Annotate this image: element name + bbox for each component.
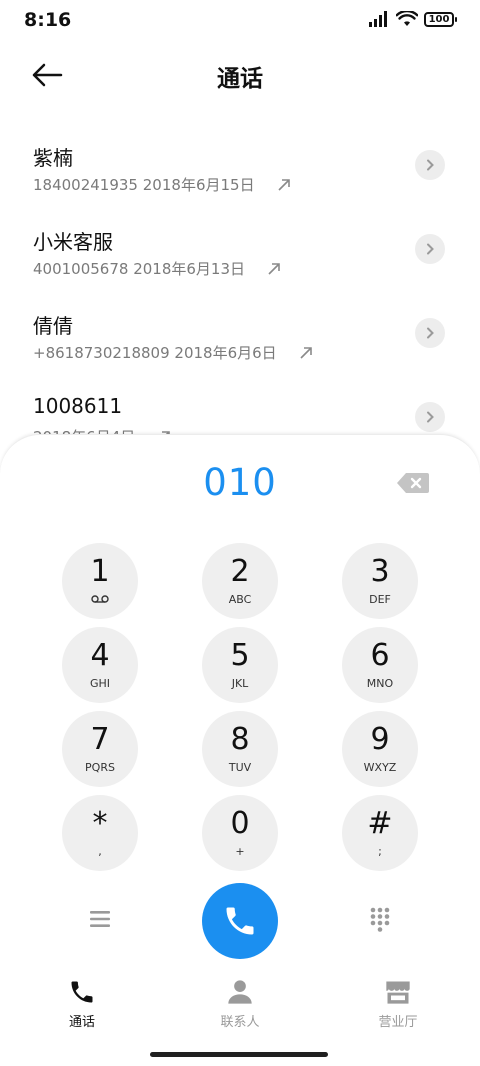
call-meta: +8618730218809 2018年6月6日 <box>33 342 313 363</box>
home-indicator <box>150 1052 328 1057</box>
phone-icon <box>226 907 254 935</box>
call-contact-name: 紫楠 <box>33 146 73 170</box>
chevron-right-icon <box>427 243 434 255</box>
call-detail-button[interactable] <box>415 402 445 432</box>
voicemail-icon <box>91 595 109 603</box>
call-history-item[interactable]: 紫楠 18400241935 2018年6月15日 <box>0 124 480 208</box>
tab-label: 联系人 <box>220 1015 260 1030</box>
key-digit: 1 <box>90 554 110 589</box>
dial-key-4[interactable]: 4 GHI <box>62 627 138 703</box>
dialpad-panel: 010 1 2 ABC 3 DEF 4 GHI 5 JKL 6 MNO 7 PQ… <box>0 434 480 1066</box>
tab-label: 营业厅 <box>378 1015 418 1030</box>
key-letters: WXYZ <box>363 761 397 774</box>
keypad-icon <box>370 907 390 932</box>
status-bar: 8:16 100 <box>0 0 480 40</box>
dial-key-0[interactable]: 0 + <box>202 795 278 871</box>
dial-key-2[interactable]: 2 ABC <box>202 543 278 619</box>
key-digit: 9 <box>370 722 390 757</box>
key-digit: 0 <box>230 806 250 841</box>
tab-contacts[interactable]: 联系人 <box>190 976 290 1032</box>
dial-key-hash[interactable]: # ; <box>342 795 418 871</box>
key-letters: MNO <box>366 677 394 690</box>
key-letters: JKL <box>231 677 249 690</box>
key-digit: 4 <box>90 638 110 673</box>
chevron-right-icon <box>427 159 434 171</box>
key-letters: PQRS <box>85 761 115 774</box>
wifi-icon <box>396 11 418 26</box>
key-digit: 6 <box>370 638 390 673</box>
battery-icon: 100 <box>424 11 457 27</box>
dial-key-5[interactable]: 5 JKL <box>202 627 278 703</box>
dial-key-7[interactable]: 7 PQRS <box>62 711 138 787</box>
keypad-toggle-button[interactable] <box>366 905 394 933</box>
outgoing-call-icon <box>278 178 290 191</box>
menu-icon <box>90 911 110 927</box>
call-contact-name: 1008611 <box>33 394 123 418</box>
outgoing-call-icon <box>300 346 312 359</box>
chevron-right-icon <box>427 327 434 339</box>
key-letters: GHI <box>89 677 111 690</box>
signal-icon <box>369 11 387 27</box>
call-history-item[interactable]: 倩倩 +8618730218809 2018年6月6日 <box>0 292 480 376</box>
key-digit: 8 <box>230 722 250 757</box>
key-digit: 2 <box>230 554 250 589</box>
dial-key-3[interactable]: 3 DEF <box>342 543 418 619</box>
call-button[interactable] <box>202 883 278 959</box>
dial-key-6[interactable]: 6 MNO <box>342 627 418 703</box>
key-letters: + <box>235 845 245 858</box>
key-digit: # <box>367 806 393 841</box>
call-contact-name: 倩倩 <box>33 314 73 338</box>
call-meta: 4001005678 2018年6月13日 <box>33 258 281 279</box>
backspace-icon <box>397 473 429 493</box>
backspace-button[interactable] <box>396 472 430 494</box>
call-date: 2018年6月6日 <box>174 344 277 362</box>
menu-button[interactable] <box>86 907 114 931</box>
bottom-tab-bar: 通话 联系人 营业厅 <box>0 976 480 1036</box>
person-icon <box>228 980 252 1004</box>
phone-icon <box>71 981 93 1003</box>
key-letters: ABC <box>228 593 252 606</box>
key-digit: 5 <box>230 638 250 673</box>
call-date: 2018年6月13日 <box>133 260 246 278</box>
key-letters: DEF <box>369 593 391 606</box>
key-digit: 3 <box>370 554 390 589</box>
call-detail-button[interactable] <box>415 234 445 264</box>
call-number: 18400241935 <box>33 175 138 194</box>
key-digit: * <box>92 806 108 841</box>
call-detail-button[interactable] <box>415 150 445 180</box>
store-icon <box>386 981 410 1004</box>
app-header: 通话 <box>0 48 480 104</box>
dial-key-1[interactable]: 1 <box>62 543 138 619</box>
tab-business-hall[interactable]: 营业厅 <box>348 976 448 1032</box>
tab-label: 通话 <box>68 1015 95 1030</box>
outgoing-call-icon <box>268 262 280 275</box>
status-icons: 100 <box>368 11 457 27</box>
call-detail-button[interactable] <box>415 318 445 348</box>
call-history-list: 紫楠 18400241935 2018年6月15日 小米客服 400100567… <box>0 124 480 460</box>
dial-key-8[interactable]: 8 TUV <box>202 711 278 787</box>
call-number: 4001005678 <box>33 259 129 278</box>
key-letters: ; <box>378 845 382 858</box>
dial-key-star[interactable]: * , <box>62 795 138 871</box>
call-meta: 18400241935 2018年6月15日 <box>33 174 291 195</box>
call-history-item[interactable]: 小米客服 4001005678 2018年6月13日 <box>0 208 480 292</box>
dial-key-9[interactable]: 9 WXYZ <box>342 711 418 787</box>
call-date: 2018年6月15日 <box>142 176 255 194</box>
page-title: 通话 <box>217 66 263 92</box>
key-letters: , <box>98 845 102 858</box>
key-letters: TUV <box>228 761 252 774</box>
tab-calls[interactable]: 通话 <box>32 976 132 1032</box>
status-time: 8:16 <box>24 9 72 31</box>
key-digit: 7 <box>90 722 110 757</box>
call-number: +8618730218809 <box>33 343 170 362</box>
chevron-right-icon <box>427 411 434 423</box>
call-contact-name: 小米客服 <box>33 230 113 254</box>
